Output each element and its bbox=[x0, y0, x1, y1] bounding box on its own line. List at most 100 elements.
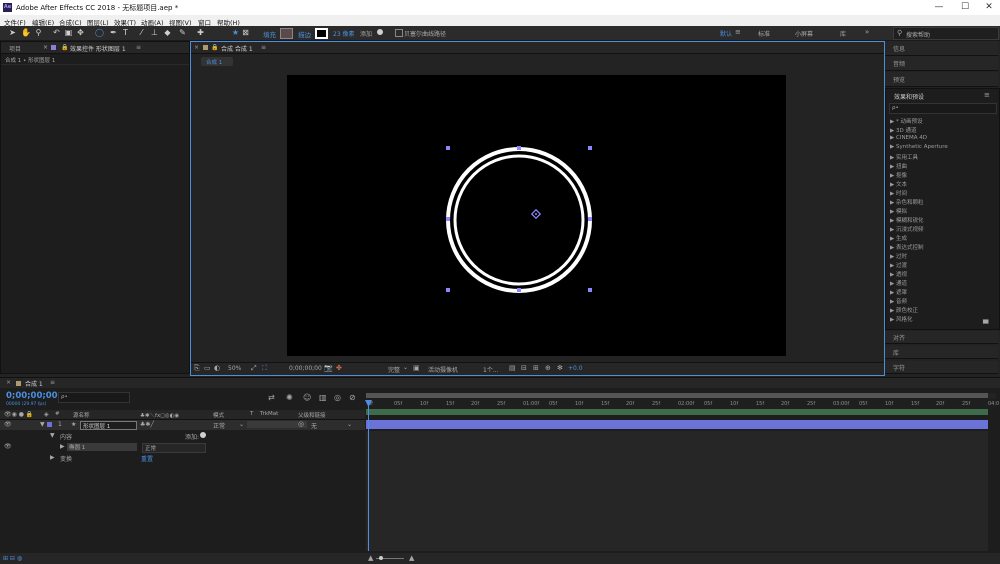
timeline-track-area[interactable] bbox=[366, 431, 988, 551]
camera-tool-icon[interactable]: ▣ bbox=[64, 28, 73, 37]
layer-mode-select[interactable]: 正常 bbox=[213, 421, 225, 430]
fill-swatch[interactable] bbox=[280, 28, 293, 39]
type-tool-icon[interactable]: T bbox=[121, 28, 130, 37]
star-icon[interactable]: ★ bbox=[231, 28, 240, 37]
puppet-tool-icon[interactable]: ✚ bbox=[196, 28, 205, 37]
transform-expand-icon[interactable]: ▶ bbox=[50, 454, 55, 461]
reset-link[interactable]: 重置 bbox=[141, 454, 153, 463]
list-item[interactable]: ▶ 通道 bbox=[890, 279, 907, 287]
workspace-library[interactable]: 库 bbox=[840, 29, 846, 38]
composition-canvas[interactable] bbox=[287, 75, 786, 356]
more-workspaces-icon[interactable]: » bbox=[865, 28, 869, 36]
list-item[interactable]: ▶ 过时 bbox=[890, 252, 907, 260]
shape-layer-preview[interactable] bbox=[287, 75, 786, 356]
tab-effect-controls[interactable]: 效果控件 形状图层 1 bbox=[70, 44, 126, 53]
list-item[interactable]: ▶ Synthetic Aperture bbox=[890, 144, 948, 150]
add-icon[interactable] bbox=[377, 29, 383, 35]
zoom-tool-icon[interactable]: ⚲ bbox=[34, 28, 43, 37]
stroke-width[interactable]: 23 像素 bbox=[333, 29, 355, 38]
layer-switch-icons[interactable]: ♣✱╱ bbox=[140, 421, 154, 428]
mode-dropdown-icon[interactable]: ⌄ bbox=[239, 421, 244, 428]
roto-brush-tool-icon[interactable]: ✎ bbox=[178, 28, 187, 37]
camera-select[interactable]: 活动摄像机 bbox=[428, 365, 458, 374]
resolution-select[interactable]: 完整 bbox=[388, 365, 400, 374]
search-help-field[interactable]: ⚲ 搜索帮助 bbox=[893, 27, 999, 40]
bezier-checkbox[interactable] bbox=[395, 29, 403, 37]
tab-composition[interactable]: 合成 合成 1 bbox=[221, 44, 253, 53]
rotate-tool-icon[interactable]: ↶ bbox=[52, 28, 61, 37]
effects-menu-icon[interactable]: ≡ bbox=[984, 91, 990, 99]
list-item[interactable]: ▶ CINEMA 4D bbox=[890, 135, 927, 141]
brush-tool-icon[interactable]: ⁄ bbox=[137, 28, 146, 37]
list-item[interactable]: ▶ 风格化 bbox=[890, 315, 913, 323]
shy-icon[interactable]: ☺ bbox=[303, 393, 311, 402]
layer-name-field[interactable]: 形状图层 1 bbox=[80, 421, 137, 430]
list-item[interactable]: ▶ 文本 bbox=[890, 180, 907, 188]
list-item[interactable]: ▶ 模糊和锐化 bbox=[890, 216, 924, 224]
draft-3d-icon[interactable]: ✺ bbox=[286, 393, 293, 402]
graph-editor-icon[interactable]: ⊘ bbox=[349, 393, 356, 402]
audio-panel[interactable]: 音频 bbox=[885, 56, 998, 71]
zoom-out-icon[interactable]: ▲ bbox=[368, 554, 373, 562]
comp-panel-menu-icon[interactable]: ≡ bbox=[261, 44, 266, 51]
list-item[interactable]: ▶ * 动画预设 bbox=[890, 117, 922, 125]
list-item[interactable]: ▶ 音频 bbox=[890, 297, 907, 305]
zoom-slider-handle[interactable] bbox=[379, 556, 383, 560]
workspace-standard[interactable]: 标准 bbox=[758, 29, 770, 38]
ellipse-expand-icon[interactable]: ▶ bbox=[60, 443, 65, 450]
layer-switches-toggle-icon[interactable]: ⊞ ⊟ ◍ bbox=[3, 555, 22, 562]
visibility-eye-icon[interactable]: 👁 bbox=[4, 421, 12, 428]
contents-expand-icon[interactable]: ▼ bbox=[50, 432, 55, 439]
snapping-icon[interactable]: ⊠ bbox=[241, 28, 250, 37]
ellipse-mode-select[interactable]: 正常 bbox=[142, 443, 206, 453]
list-item[interactable]: ▶ 模拟 bbox=[890, 207, 907, 215]
monitor-icon[interactable]: ▭ bbox=[204, 364, 211, 372]
list-item[interactable]: ▶ 过渡 bbox=[890, 261, 907, 269]
tab-timeline[interactable]: 合成 1 bbox=[25, 379, 43, 388]
stroke-swatch[interactable] bbox=[315, 28, 328, 39]
ellipse-name-field[interactable]: 椭圆 1 bbox=[67, 443, 137, 451]
resolution-dropdown-icon[interactable]: ⌄ bbox=[403, 364, 408, 371]
comp-lock-icon[interactable]: 🔒 bbox=[211, 44, 218, 51]
layer-label-color[interactable] bbox=[47, 422, 52, 427]
workspace-default[interactable]: 默认 bbox=[720, 29, 732, 38]
list-item[interactable]: ▶ 表达式控制 bbox=[890, 243, 924, 251]
layer-expand-icon[interactable]: ▼ bbox=[40, 421, 45, 428]
source-name-header[interactable]: 源名称 bbox=[73, 411, 90, 419]
eraser-tool-icon[interactable]: ◆ bbox=[163, 28, 172, 37]
timeline-menu-icon[interactable]: ≡ bbox=[50, 379, 55, 386]
list-item[interactable]: ▶ 时间 bbox=[890, 189, 907, 197]
pan-behind-tool-icon[interactable]: ✥ bbox=[76, 28, 85, 37]
preview-panel[interactable]: 预览 bbox=[885, 72, 998, 87]
ellipse-visibility-eye-icon[interactable]: 👁 bbox=[4, 443, 12, 450]
list-item[interactable]: ▶ 透视 bbox=[890, 270, 907, 278]
align-panel[interactable]: 对齐 bbox=[885, 331, 998, 344]
mask-icon[interactable]: ◐ bbox=[214, 364, 220, 372]
exposure-reset-icon[interactable]: ✻ bbox=[557, 364, 563, 372]
contents-row[interactable]: ▼ 内容 添加: bbox=[0, 431, 365, 441]
playhead[interactable] bbox=[368, 403, 369, 551]
clone-stamp-tool-icon[interactable]: ⊥ bbox=[150, 28, 159, 37]
character-panel[interactable]: 字符 bbox=[885, 361, 998, 374]
list-item[interactable]: ▶ 生成 bbox=[890, 234, 907, 242]
flowchart-icon[interactable]: ⊕ bbox=[545, 364, 551, 372]
zoom-level[interactable]: 50% bbox=[228, 365, 241, 372]
selection-tool-icon[interactable]: ➤ bbox=[8, 28, 17, 37]
close-button[interactable]: ✕ bbox=[976, 0, 1000, 15]
fill-label[interactable]: 填充 bbox=[263, 29, 276, 39]
close-comp-tab-icon[interactable]: × bbox=[194, 44, 199, 51]
list-item[interactable]: ▶ 沉浸式视频 bbox=[890, 225, 924, 233]
list-item[interactable]: ▶ 抠像 bbox=[890, 171, 907, 179]
safe-zones-icon[interactable]: ⛶ bbox=[262, 364, 267, 373]
list-item[interactable]: ▶ 实用工具 bbox=[890, 153, 918, 161]
parent-select[interactable]: 无 bbox=[311, 421, 317, 430]
list-item[interactable]: ▶ 3D 通道 bbox=[890, 126, 916, 134]
snapshot-icon[interactable]: 📷 bbox=[324, 364, 333, 372]
workspace-small-screen[interactable]: 小屏幕 bbox=[795, 29, 813, 38]
close-tab-icon[interactable]: × bbox=[43, 44, 48, 51]
view-options-icon[interactable]: ▤ bbox=[509, 364, 516, 372]
pen-tool-icon[interactable]: ✒ bbox=[109, 28, 118, 37]
new-folder-icon[interactable]: ▀ bbox=[983, 320, 993, 328]
comp-timecode[interactable]: 0;00;00;00 bbox=[289, 365, 322, 372]
timeline-toggle-icon[interactable]: ⊞ bbox=[533, 364, 539, 372]
